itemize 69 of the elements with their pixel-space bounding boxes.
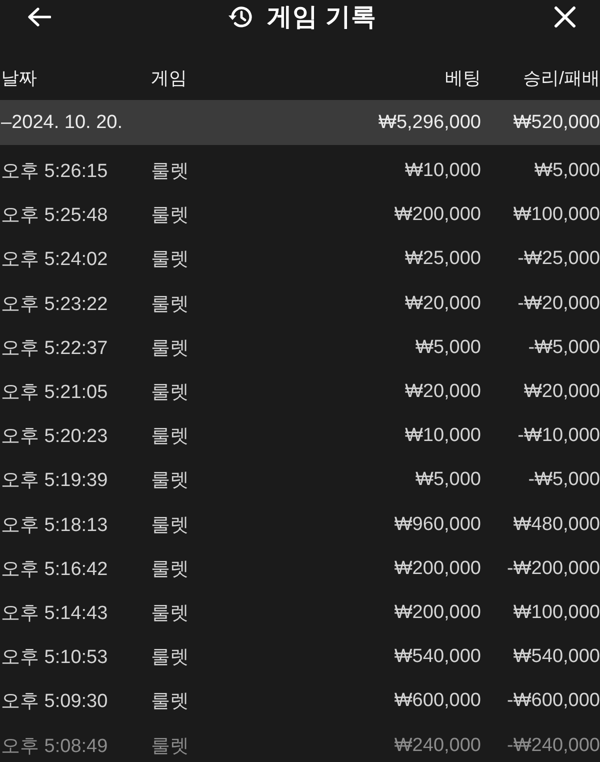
result-cell: -₩200,000 [507,558,600,580]
game-cell-text: 룰렛 [151,425,189,450]
result-cell: -₩5,000 [528,469,600,492]
bet-cell: ₩20,000 [404,381,481,404]
history-icon [228,5,253,29]
result-cell: ₩540,000 [513,646,600,668]
group-result-total: ₩520,000 [513,112,600,134]
time-cell-text: 오후 5:23:22 [1,292,108,317]
result-cell: ₩100,000 [513,204,600,226]
result-cell: ₩480,000 [513,514,600,536]
game-cell-text: 룰렛 [151,558,189,582]
bet-cell: ₩540,000 [394,646,481,668]
game-cell-text: 룰렛 [151,292,189,317]
time-cell-text: 오후 5:21:05 [1,381,108,406]
game-cell-text: 룰렛 [151,690,189,714]
bet-cell: ₩5,000 [416,469,481,492]
game-cell-text: 룰렛 [151,204,189,228]
game-cell-text: 룰렛 [151,646,189,670]
result-cell: -₩25,000 [518,248,600,270]
page-title: 게임 기록 [267,3,376,31]
bet-cell: ₩960,000 [394,514,481,536]
bet-cell: ₩200,000 [394,558,481,580]
result-cell: ₩5,000 [534,160,600,182]
bet-cell: ₩20,000 [404,292,481,315]
game-cell-text: 룰렛 [151,469,189,494]
column-header: 승리/패배 [522,67,600,90]
bet-cell: ₩200,000 [394,602,481,624]
bet-cell: ₩200,000 [394,204,481,226]
game-cell-text: 룰렛 [151,602,189,626]
close-icon [554,6,576,28]
time-cell-text: 오후 5:14:43 [1,602,108,626]
result-cell: -₩20,000 [518,292,600,315]
bet-cell: ₩240,000 [394,734,481,757]
result-cell: -₩5,000 [528,336,600,359]
time-cell-text: 오후 5:09:30 [1,690,108,714]
game-cell-text: 룰렛 [151,160,189,184]
column-header: 날짜 [1,67,37,90]
result-cell: -₩10,000 [518,425,600,448]
time-cell-text: 오후 5:19:39 [1,469,108,494]
time-cell-text: 오후 5:25:48 [1,204,108,228]
close-button[interactable] [552,4,578,30]
game-cell-text: 룰렛 [151,514,189,538]
back-arrow-icon [27,7,51,27]
time-cell-text: 오후 5:22:37 [1,336,108,361]
column-header: 게임 [151,67,187,90]
time-cell-text: 오후 5:24:02 [1,248,108,272]
column-header: 베팅 [445,67,481,90]
group-bet-total: ₩5,296,000 [378,112,481,134]
bet-cell: ₩10,000 [404,425,481,448]
game-cell-text: 룰렛 [151,336,189,361]
bet-cell: ₩600,000 [394,690,481,712]
date-group-row[interactable]: –2024. 10. 20. ₩5,296,000 ₩520,000 [0,100,600,145]
result-cell: ₩100,000 [513,602,600,624]
time-cell-text: 오후 5:18:13 [1,514,108,538]
bet-cell: ₩25,000 [404,248,481,270]
game-cell-text: 룰렛 [151,381,189,406]
bet-cell: ₩10,000 [404,160,481,182]
bet-cell: ₩5,000 [416,336,481,359]
result-cell: -₩600,000 [507,690,600,712]
time-cell-text: 오후 5:26:15 [1,160,108,184]
group-date: –2024. 10. 20. [1,112,122,134]
result-cell: ₩20,000 [524,381,600,404]
result-cell: -₩240,000 [507,734,600,757]
game-cell-text: 룰렛 [151,248,189,272]
time-cell-text: 오후 5:10:53 [1,646,108,670]
time-cell-text: 오후 5:08:49 [1,734,108,759]
time-cell-text: 오후 5:20:23 [1,425,108,450]
time-cell-text: 오후 5:16:42 [1,558,108,582]
game-cell-text: 룰렛 [151,734,189,759]
